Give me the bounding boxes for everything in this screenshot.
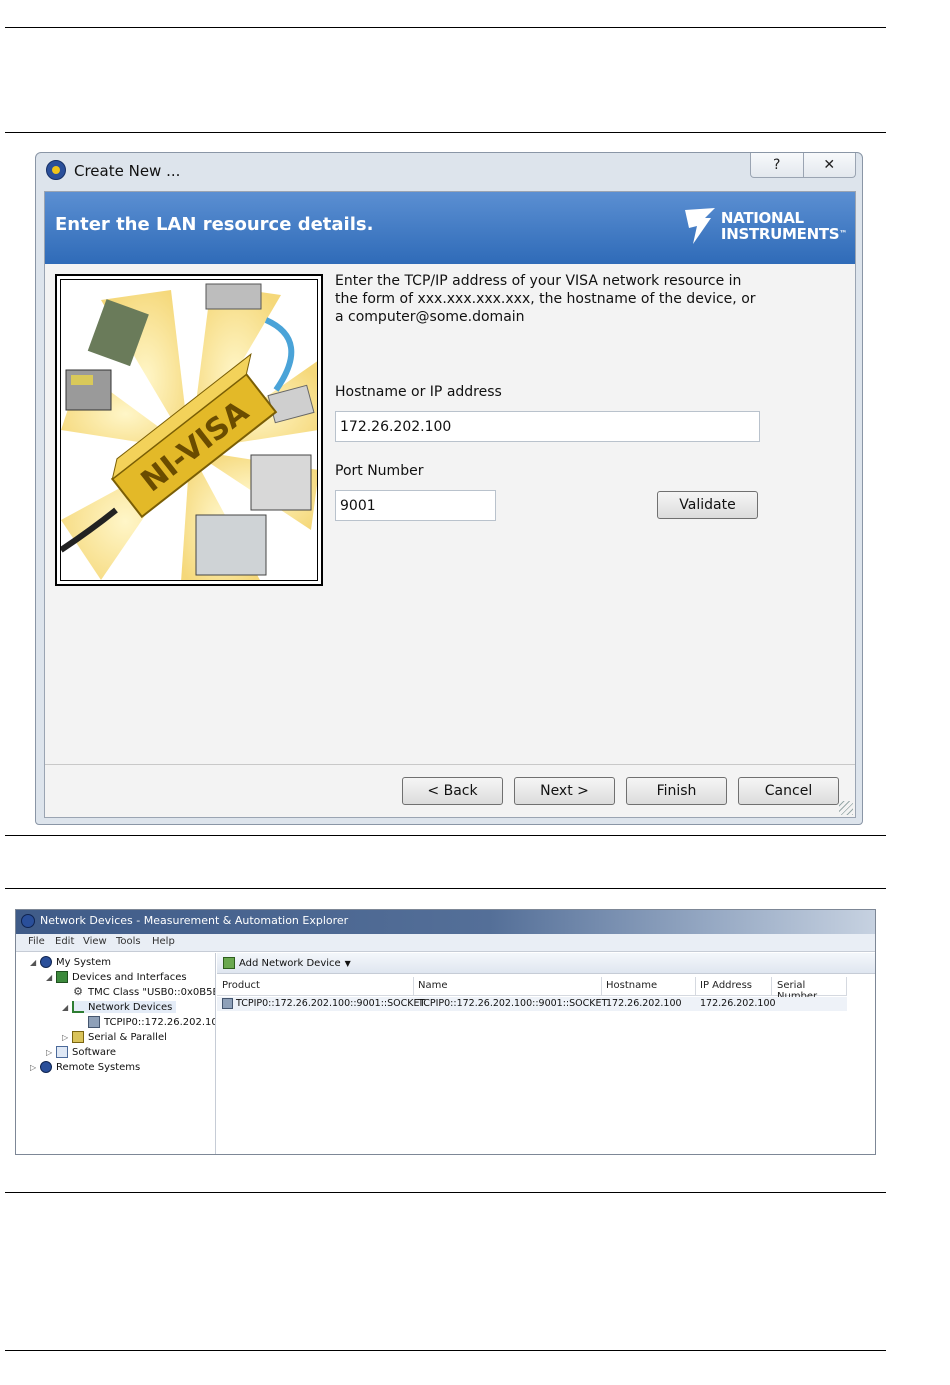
usb-icon: ⚙ [73,985,83,998]
column-product[interactable]: Product [222,980,260,991]
expand-arrow-icon[interactable]: ▷ [62,1033,68,1042]
tree-item-software[interactable]: Software [56,1046,116,1058]
config-tree: ◢ My System ◢ Devices and Interfaces ⚙ T… [20,953,216,1154]
ni-app-icon [46,160,66,180]
section-rule-2 [5,835,886,836]
column-hostname[interactable]: Hostname [606,980,657,991]
help-button[interactable]: ? [751,153,803,177]
collapse-arrow-icon[interactable]: ◢ [46,973,52,982]
resize-grip[interactable] [839,801,853,815]
max-titlebar: Network Devices - Measurement & Automati… [16,910,875,934]
instructions-text: Enter the TCP/IP address of your VISA ne… [335,273,756,325]
dialog-content: Enter the LAN resource details. NATIONAL… [44,191,856,818]
column-name[interactable]: Name [418,980,448,991]
network-device-icon [222,998,233,1009]
column-ip-address[interactable]: IP Address [700,980,752,991]
header-banner: Enter the LAN resource details. NATIONAL… [45,192,855,264]
ni-eagle-icon [684,208,715,244]
expand-arrow-icon[interactable]: ▷ [46,1048,52,1057]
dialog-title: Create New ... [74,162,181,180]
network-devices-pane: Add Network Device ▼ Product Name Hostna… [217,953,875,1154]
software-icon [56,1046,68,1058]
next-button[interactable]: Next > [514,777,615,805]
port-label: Port Number [335,463,424,479]
table-header: Product Name Hostname IP Address Serial … [217,977,847,1002]
tree-item-remote-systems[interactable]: Remote Systems [40,1061,140,1073]
expand-arrow-icon[interactable]: ▷ [30,1063,36,1072]
caption-buttons: ? ✕ [750,153,856,178]
cell-ip-address: 172.26.202.100 [700,998,776,1009]
close-icon: ✕ [823,157,836,173]
menu-file[interactable]: File [28,936,45,947]
banner-title: Enter the LAN resource details. [55,214,374,235]
cell-product: TCPIP0::172.26.202.100::9001::SOCKET [222,998,425,1009]
top-rule [5,27,886,28]
add-device-icon [223,957,235,969]
cell-hostname: 172.26.202.100 [606,998,682,1009]
network-icon [72,1001,84,1013]
dropdown-arrow-icon: ▼ [344,958,351,968]
tree-item-network-devices[interactable]: Network Devices [72,1001,177,1013]
add-network-device-button[interactable]: Add Network Device ▼ [223,957,351,969]
back-button[interactable]: < Back [402,777,503,805]
collapse-arrow-icon[interactable]: ◢ [30,958,36,967]
max-app-icon [21,914,35,928]
max-window: Network Devices - Measurement & Automati… [15,909,876,1155]
tree-item-devices-interfaces[interactable]: Devices and Interfaces [56,971,187,983]
illustration-graphic: NI-VISA [61,280,317,580]
section-rule-3 [5,888,886,889]
hostname-label: Hostname or IP address [335,384,502,400]
serial-port-icon [72,1031,84,1043]
table-row[interactable]: TCPIP0::172.26.202.100::9001::SOCKET TCP… [217,997,847,1011]
network-device-icon [88,1016,100,1028]
tree-item-serial-parallel[interactable]: Serial & Parallel [72,1031,167,1043]
menu-help[interactable]: Help [152,936,175,947]
port-input[interactable] [335,490,496,521]
max-window-title: Network Devices - Measurement & Automati… [40,914,349,927]
collapse-arrow-icon[interactable]: ◢ [62,1003,68,1012]
bottom-rule [5,1350,886,1351]
close-button[interactable]: ✕ [802,153,856,177]
help-icon: ? [773,157,781,173]
tree-item-tmc-class[interactable]: ⚙ TMC Class "USB0::0x0B5B::0 [72,985,215,998]
logo-wordmark: NATIONAL INSTRUMENTS™ [720,209,847,243]
menu-view[interactable]: View [83,936,107,947]
cell-name: TCPIP0::172.26.202.100::9001::SOCKET [418,998,608,1009]
section-rule-1 [5,132,886,133]
ni-visa-illustration: NI-VISA [55,274,323,586]
remote-systems-icon [40,1061,52,1073]
finish-button[interactable]: Finish [626,777,727,805]
tree-item-my-system[interactable]: My System [40,956,111,968]
menu-tools[interactable]: Tools [116,936,141,947]
footer-separator [45,764,855,765]
device-toolbar: Add Network Device ▼ [217,953,875,974]
max-menubar: File Edit View Tools Help [16,934,875,952]
cancel-button[interactable]: Cancel [738,777,839,805]
section-rule-4 [5,1192,886,1193]
devices-icon [56,971,68,983]
system-icon [40,956,52,968]
validate-button[interactable]: Validate [657,491,758,519]
tree-item-tcpip-device[interactable]: TCPIP0::172.26.202.100:: [88,1016,215,1028]
create-new-dialog: Create New ... ? ✕ Enter the LAN resourc… [35,152,863,825]
menu-edit[interactable]: Edit [55,936,74,947]
national-instruments-logo: NATIONAL INSTRUMENTS™ [683,206,847,246]
hostname-input[interactable] [335,411,760,442]
